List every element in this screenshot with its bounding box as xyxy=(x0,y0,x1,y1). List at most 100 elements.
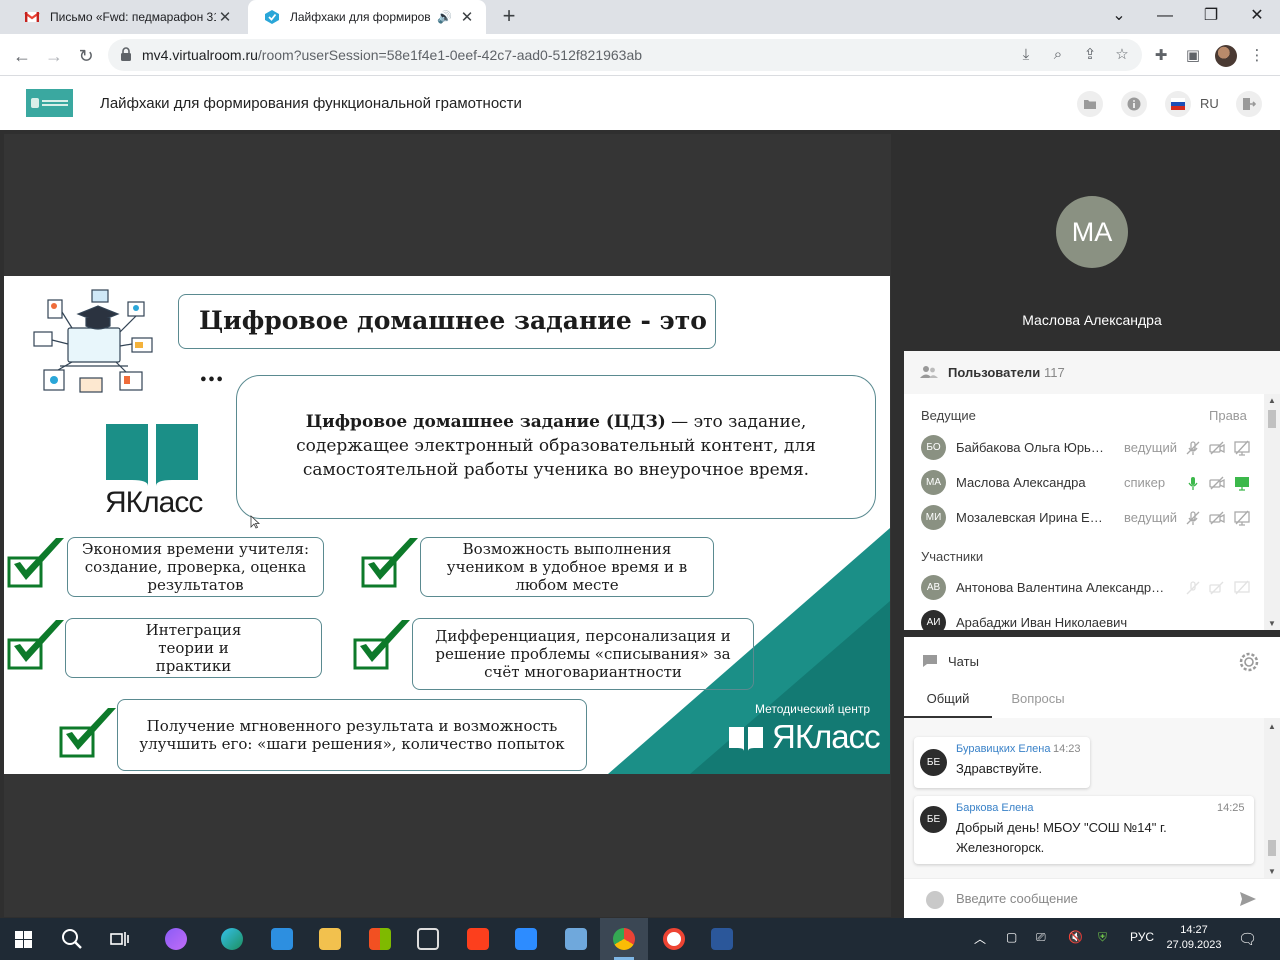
mail-icon[interactable] xyxy=(258,918,306,960)
close-window-button[interactable]: ✕ xyxy=(1234,0,1280,34)
scroll-up-icon[interactable]: ▲ xyxy=(1267,722,1277,731)
word-icon[interactable] xyxy=(698,918,746,960)
yandex-browser-icon[interactable] xyxy=(650,918,698,960)
info-icon[interactable] xyxy=(1121,91,1147,117)
speaker-avatar: МА xyxy=(1056,196,1128,268)
speaker-icon[interactable]: 🔊 xyxy=(437,10,452,24)
yandex-icon[interactable] xyxy=(454,918,502,960)
restore-button[interactable]: ❐ xyxy=(1188,0,1234,34)
close-tab-icon[interactable]: ✕ xyxy=(216,8,234,26)
chrome-icon[interactable] xyxy=(600,918,648,960)
mic-off-icon[interactable] xyxy=(1185,580,1201,596)
users-header[interactable]: Пользователи 117 xyxy=(904,351,1280,394)
screen-share-on-icon[interactable] xyxy=(1234,475,1250,491)
volume-muted-icon[interactable]: 🔇 xyxy=(1068,930,1083,944)
tab-questions[interactable]: Вопросы xyxy=(1000,685,1076,718)
user-role: ведущий xyxy=(1124,440,1178,455)
screen-share-off-icon[interactable] xyxy=(1234,580,1250,596)
new-tab-button[interactable]: + xyxy=(496,5,522,29)
screen-share-off-icon[interactable] xyxy=(1234,440,1250,456)
user-role: ведущий xyxy=(1124,510,1178,525)
slide-title: Цифровое домашнее задание - это … xyxy=(178,294,716,387)
zoom-app-icon[interactable] xyxy=(502,918,550,960)
users-scrollbar[interactable]: ▲ ▼ xyxy=(1264,394,1280,630)
user-row[interactable]: МИ Мозалевская Ирина Е… ведущий xyxy=(904,500,1264,535)
close-tab-icon[interactable]: ✕ xyxy=(458,8,476,26)
mic-off-icon[interactable] xyxy=(1185,510,1201,526)
forward-icon[interactable]: → xyxy=(40,42,68,70)
mic-on-icon[interactable] xyxy=(1185,475,1201,491)
edge-browser-icon[interactable] xyxy=(208,918,256,960)
mic-off-icon[interactable] xyxy=(1185,440,1201,456)
screen-share-off-icon[interactable] xyxy=(1234,510,1250,526)
emoji-icon[interactable] xyxy=(926,891,944,909)
system-clock[interactable]: 14:27 27.09.2023 xyxy=(1164,923,1224,953)
cube-app-icon[interactable] xyxy=(404,918,452,960)
bookmark-star-icon[interactable]: ☆ xyxy=(1112,45,1132,65)
users-icon xyxy=(920,366,938,378)
exit-icon[interactable] xyxy=(1236,91,1262,117)
install-app-icon[interactable]: ⤓ xyxy=(1016,45,1036,65)
user-row[interactable]: МА Маслова Александра спикер xyxy=(904,465,1264,500)
address-bar[interactable]: mv4.virtualroom.ru/room?userSession=58e1… xyxy=(108,39,1142,71)
notifications-icon[interactable]: 🗨 xyxy=(1238,930,1257,948)
camera-off-icon[interactable] xyxy=(1209,580,1225,596)
scroll-up-icon[interactable]: ▲ xyxy=(1267,396,1277,405)
tab-title: Письмо «Fwd: педмарафон 31.0 xyxy=(50,10,216,24)
yaklass-footer-logo xyxy=(729,727,763,751)
browser-tab-strip: Письмо «Fwd: педмарафон 31.0 ✕ Лайфхаки … xyxy=(0,0,1280,34)
user-name: Мозалевская Ирина Е… xyxy=(956,510,1103,525)
store-icon[interactable] xyxy=(356,918,404,960)
task-view-icon[interactable] xyxy=(96,918,144,960)
language-label[interactable]: RU xyxy=(1200,96,1219,111)
flag-ru-icon[interactable] xyxy=(1165,91,1191,117)
folder-icon[interactable] xyxy=(1077,91,1103,117)
camera-off-icon[interactable] xyxy=(1209,440,1225,456)
alice-assistant-icon[interactable] xyxy=(152,918,200,960)
camera-off-icon[interactable] xyxy=(1209,510,1225,526)
side-panel-icon[interactable]: ▣ xyxy=(1182,45,1204,67)
e-learning-illustration xyxy=(33,289,153,393)
laptop-app-icon[interactable] xyxy=(552,918,600,960)
gear-icon[interactable] xyxy=(1238,651,1260,673)
file-explorer-icon[interactable] xyxy=(306,918,354,960)
chat-input-bar: Введите сообщение xyxy=(904,878,1280,918)
hosts-section-label: Ведущие xyxy=(921,408,976,423)
browser-tab-room[interactable]: Лайфхаки для формирован 🔊 ✕ xyxy=(248,0,486,34)
user-name: Маслова Александра xyxy=(956,475,1086,490)
share-icon[interactable]: ⇪ xyxy=(1080,45,1100,65)
tab-search-icon[interactable]: ⌄ xyxy=(1096,0,1142,34)
minimize-button[interactable]: — xyxy=(1142,0,1188,34)
user-row[interactable]: АВ Антонова Валентина Александр… xyxy=(904,570,1264,605)
network-icon[interactable]: ⎚ xyxy=(1036,930,1046,945)
zoom-icon[interactable]: ⌕ xyxy=(1048,45,1068,65)
message-input[interactable]: Введите сообщение xyxy=(956,891,1078,906)
extensions-icon[interactable]: ✚ xyxy=(1150,45,1172,67)
start-button[interactable] xyxy=(0,918,48,960)
profile-avatar[interactable] xyxy=(1215,45,1237,67)
chat-scrollbar[interactable]: ▲ ▼ xyxy=(1264,718,1280,878)
back-icon[interactable]: ← xyxy=(8,42,36,70)
tray-app-icon[interactable]: ▢ xyxy=(1006,930,1017,944)
reload-icon[interactable]: ↻ xyxy=(72,42,100,70)
chat-icon xyxy=(923,655,937,667)
search-icon[interactable] xyxy=(48,918,96,960)
scrollbar-thumb[interactable] xyxy=(1268,410,1276,428)
presentation-slide: ЯКласс Цифровое домашнее задание - это …… xyxy=(4,276,890,774)
tray-overflow-icon[interactable]: ︿ xyxy=(974,930,986,947)
message-author[interactable]: Буравицких Елена xyxy=(956,743,1050,755)
app-logo[interactable] xyxy=(26,89,73,117)
scroll-down-icon[interactable]: ▼ xyxy=(1267,867,1277,876)
camera-off-icon[interactable] xyxy=(1209,475,1225,491)
input-language[interactable]: РУС xyxy=(1130,930,1154,944)
scroll-down-icon[interactable]: ▼ xyxy=(1267,619,1277,628)
tab-general[interactable]: Общий xyxy=(904,685,992,718)
antivirus-icon[interactable]: ⛨ xyxy=(1098,930,1107,945)
user-row[interactable]: БО Байбакова Ольга Юрь… ведущий xyxy=(904,430,1264,465)
menu-kebab-icon[interactable]: ⋮ xyxy=(1246,45,1268,67)
message-author[interactable]: Баркова Елена xyxy=(956,802,1033,814)
browser-tab-mail[interactable]: Письмо «Fwd: педмарафон 31.0 ✕ xyxy=(8,0,244,34)
send-icon[interactable] xyxy=(1239,891,1257,907)
scrollbar-thumb[interactable] xyxy=(1268,840,1276,856)
user-row[interactable]: АИ Арабаджи Иван Николаевич xyxy=(904,605,1264,630)
